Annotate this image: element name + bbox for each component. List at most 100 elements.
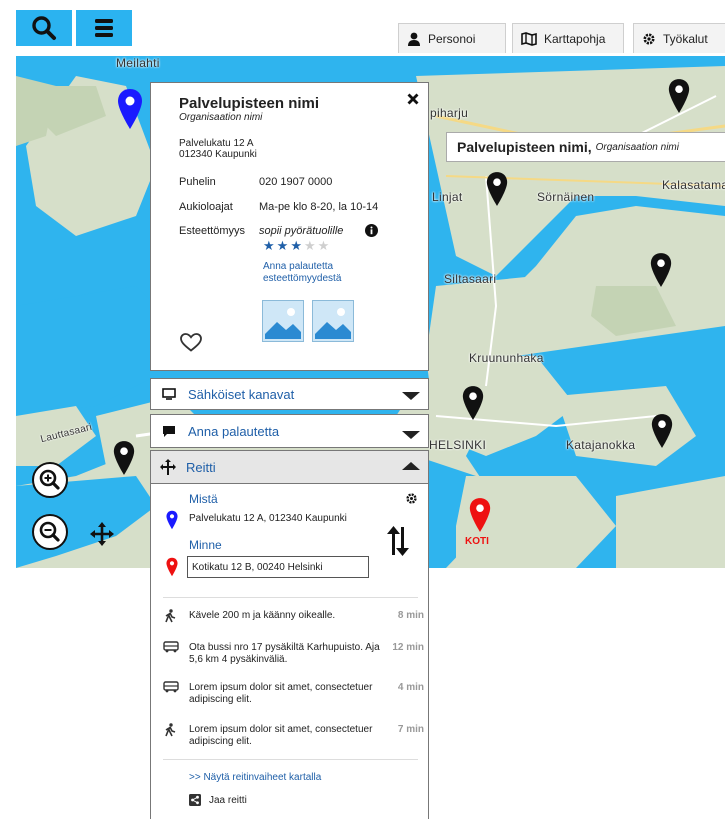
pan-move-icon[interactable]	[90, 522, 114, 546]
place-label-linjat: Linjat	[432, 190, 463, 204]
map-pin[interactable]	[650, 252, 672, 288]
speech-bubble-icon	[163, 425, 175, 437]
map-pin[interactable]	[651, 413, 673, 449]
show-steps-on-map-link[interactable]: >> Näytä reitinvaiheet kartalla	[189, 772, 321, 783]
tab-karttapohja-label: Karttapohja	[544, 31, 606, 46]
route-to-input[interactable]	[187, 556, 369, 578]
origin-pin-icon	[166, 510, 178, 530]
place-label-siltasaari: Siltasaari	[444, 272, 497, 286]
route-step-text: Kävele 200 m ja käänny oikealle.	[189, 610, 336, 621]
card-title: Palvelupisteen nimi	[179, 95, 320, 112]
settings-gear-icon[interactable]	[405, 492, 418, 505]
hours-label: Aukioloajat	[179, 201, 233, 213]
person-icon	[408, 32, 420, 46]
route-from-label: Mistä	[189, 492, 218, 506]
card-address-line2: 012340 Kaupunki	[179, 149, 257, 160]
share-route-label: Jaa reitti	[209, 794, 247, 806]
chevron-up-icon	[402, 462, 420, 470]
home-label: KOTI	[465, 536, 489, 547]
map-pin-selected[interactable]	[117, 88, 143, 130]
place-label-kruununhaka: Kruununhaka	[469, 351, 544, 365]
search-icon	[32, 16, 56, 40]
accordion-route-label: Reitti	[186, 459, 216, 475]
directions-icon	[160, 459, 176, 475]
map-tooltip: Palvelupisteen nimi, Organisaation nimi	[446, 132, 725, 162]
accordion-electronic-channels[interactable]: Sähköiset kanavat	[150, 378, 429, 410]
place-label-meilahti: Meilahti	[116, 56, 160, 70]
search-button[interactable]	[16, 10, 72, 46]
service-info-card: Palvelupisteen nimi Organisaation nimi P…	[150, 82, 429, 371]
zoom-in-button[interactable]	[32, 462, 68, 498]
place-label-katajanokka: Katajanokka	[566, 438, 636, 452]
chevron-down-icon	[402, 431, 420, 439]
image-thumbnail-icon[interactable]	[262, 300, 304, 342]
chevron-down-icon	[402, 392, 420, 400]
accordion-route[interactable]: Reitti	[150, 450, 429, 484]
zoom-in-icon	[39, 469, 60, 490]
zoom-out-icon	[39, 521, 60, 542]
place-label-helsinki: HELSINKI	[429, 438, 487, 452]
tooltip-org: Organisaation nimi	[595, 141, 679, 153]
divider	[163, 597, 418, 598]
tab-tyokalut-label: Työkalut	[663, 31, 708, 46]
map-pin[interactable]	[462, 385, 484, 421]
tab-personoi-label: Personoi	[428, 31, 476, 46]
accessibility-value: sopii pyörätuolille	[259, 225, 344, 237]
share-route-button[interactable]: Jaa reitti	[189, 794, 247, 806]
star-filled-icon: ★	[276, 238, 291, 253]
divider	[163, 759, 418, 760]
route-panel: Mistä Palvelukatu 12 A, 012340 Kaupunki …	[150, 484, 429, 819]
star-filled-icon: ★	[263, 238, 277, 253]
route-step-text: Ota bussi nro 17 pysäkiltä Karhupuisto. …	[189, 642, 380, 665]
monitor-icon	[162, 388, 176, 400]
route-step-time: 7 min	[397, 724, 424, 735]
image-thumbnail-icon[interactable]	[312, 300, 354, 342]
walk-icon	[165, 723, 176, 737]
tab-karttapohja[interactable]: Karttapohja	[512, 23, 624, 53]
accessibility-label: Esteettömyys	[179, 225, 246, 237]
accordion-feedback-label: Anna palautetta	[188, 423, 280, 439]
tooltip-name: Palvelupisteen nimi,	[457, 139, 592, 155]
route-step-time: 4 min	[397, 682, 424, 693]
map-icon	[521, 31, 537, 46]
card-subtitle: Organisaation nimi	[179, 112, 263, 123]
place-label-piharju: piharju	[430, 106, 469, 120]
bus-icon	[163, 681, 179, 693]
zoom-out-button[interactable]	[32, 514, 68, 550]
route-step-time: 12 min	[392, 642, 424, 653]
info-icon[interactable]	[365, 224, 378, 237]
route-to-label: Minne	[189, 538, 222, 552]
hours-value: Ma-pe klo 8-20, la 10-14	[259, 201, 379, 213]
map-pin[interactable]	[668, 78, 690, 114]
accordion-give-feedback[interactable]: Anna palautetta	[150, 414, 429, 448]
map-pin-home[interactable]	[469, 497, 491, 533]
route-step-time: 8 min	[397, 610, 424, 621]
card-address-line1: Palvelukatu 12 A	[179, 138, 254, 149]
accessibility-rating: ★★★★★	[263, 238, 331, 254]
map-pin[interactable]	[113, 440, 135, 476]
destination-pin-icon	[166, 557, 178, 577]
tab-tyokalut[interactable]: Työkalut	[633, 23, 725, 53]
phone-value[interactable]: 020 1907 0000	[259, 176, 332, 188]
heart-favorite-icon[interactable]	[180, 333, 202, 352]
close-icon[interactable]	[407, 93, 419, 105]
place-label-sornainen: Sörnäinen	[537, 190, 595, 204]
tab-personoi[interactable]: Personoi	[398, 23, 506, 53]
map-pin[interactable]	[486, 171, 508, 207]
gear-icon	[643, 33, 655, 44]
accordion-channels-label: Sähköiset kanavat	[188, 386, 295, 402]
star-empty-icon: ★	[317, 238, 332, 253]
accessibility-feedback-link[interactable]: Anna palautetta esteettömyydestä	[263, 261, 373, 285]
route-step-text: Lorem ipsum dolor sit amet, consectetuer…	[189, 682, 373, 705]
star-empty-icon: ★	[303, 238, 318, 253]
bus-icon	[163, 641, 179, 653]
walk-icon	[165, 609, 176, 623]
swap-direction-icon[interactable]	[387, 526, 409, 556]
route-step-text: Lorem ipsum dolor sit amet, consectetuer…	[189, 724, 373, 747]
hamburger-menu-icon	[95, 19, 113, 37]
place-label-kalasatama: Kalasatama	[662, 178, 725, 192]
share-icon	[189, 794, 201, 806]
route-from-value[interactable]: Palvelukatu 12 A, 012340 Kaupunki	[189, 513, 347, 524]
menu-button[interactable]	[76, 10, 132, 46]
star-filled-icon: ★	[290, 238, 304, 253]
